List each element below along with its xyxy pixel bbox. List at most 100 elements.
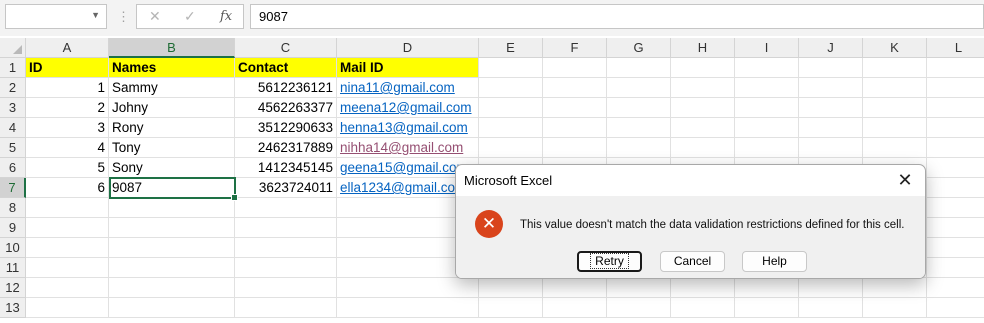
- cell-c3[interactable]: 4562263377: [235, 98, 337, 118]
- cell-i3[interactable]: [735, 98, 799, 118]
- column-header-e[interactable]: E: [479, 38, 543, 58]
- cell-h13[interactable]: [671, 298, 735, 318]
- column-header-j[interactable]: J: [799, 38, 863, 58]
- cell-g5[interactable]: [607, 138, 671, 158]
- row-header-1[interactable]: 1: [0, 58, 26, 78]
- cell-d13[interactable]: [337, 298, 479, 318]
- cell-b8[interactable]: [109, 198, 235, 218]
- cancel-entry-icon[interactable]: ✕: [149, 8, 161, 25]
- cell-i12[interactable]: [735, 278, 799, 298]
- cell-k12[interactable]: [863, 278, 927, 298]
- cell-b11[interactable]: [109, 258, 235, 278]
- insert-function-icon[interactable]: fx: [220, 9, 232, 24]
- cell-k2[interactable]: [863, 78, 927, 98]
- column-header-k[interactable]: K: [863, 38, 927, 58]
- cell-c2[interactable]: 5612236121: [235, 78, 337, 98]
- formula-input[interactable]: 9087: [250, 4, 984, 29]
- header-cell-c1[interactable]: Contact: [235, 58, 337, 78]
- cell-g4[interactable]: [607, 118, 671, 138]
- cell-j12[interactable]: [799, 278, 863, 298]
- row-header-7[interactable]: 7: [0, 178, 26, 198]
- cell-e3[interactable]: [479, 98, 543, 118]
- cell-c12[interactable]: [235, 278, 337, 298]
- cell-i2[interactable]: [735, 78, 799, 98]
- cell-c11[interactable]: [235, 258, 337, 278]
- cell-j13[interactable]: [799, 298, 863, 318]
- cell-b12[interactable]: [109, 278, 235, 298]
- cell-h3[interactable]: [671, 98, 735, 118]
- cell-c5[interactable]: 2462317889: [235, 138, 337, 158]
- cell-l13[interactable]: [927, 298, 984, 318]
- header-cell-a1[interactable]: ID: [26, 58, 109, 78]
- cell-e4[interactable]: [479, 118, 543, 138]
- column-header-a[interactable]: A: [26, 38, 109, 58]
- cell-c9[interactable]: [235, 218, 337, 238]
- cell-l12[interactable]: [927, 278, 984, 298]
- cell-d12[interactable]: [337, 278, 479, 298]
- cell-a2[interactable]: 1: [26, 78, 109, 98]
- cell-h5[interactable]: [671, 138, 735, 158]
- column-header-i[interactable]: I: [735, 38, 799, 58]
- column-header-d[interactable]: D: [337, 38, 479, 58]
- row-header-11[interactable]: 11: [0, 258, 26, 278]
- name-box[interactable]: ▼: [5, 4, 107, 29]
- cell-c6[interactable]: 1412345145: [235, 158, 337, 178]
- cell-b13[interactable]: [109, 298, 235, 318]
- cell-c4[interactable]: 3512290633: [235, 118, 337, 138]
- cell-g1[interactable]: [607, 58, 671, 78]
- cell-a3[interactable]: 2: [26, 98, 109, 118]
- cell-b5[interactable]: Tony: [109, 138, 235, 158]
- cell-k5[interactable]: [863, 138, 927, 158]
- cell-l1[interactable]: [927, 58, 984, 78]
- row-header-9[interactable]: 9: [0, 218, 26, 238]
- cell-g12[interactable]: [607, 278, 671, 298]
- cell-g13[interactable]: [607, 298, 671, 318]
- cell-l3[interactable]: [927, 98, 984, 118]
- cell-a13[interactable]: [26, 298, 109, 318]
- cell-b4[interactable]: Rony: [109, 118, 235, 138]
- cell-h2[interactable]: [671, 78, 735, 98]
- enter-entry-icon[interactable]: ✓: [184, 8, 196, 25]
- cell-l4[interactable]: [927, 118, 984, 138]
- cell-k13[interactable]: [863, 298, 927, 318]
- cell-b2[interactable]: Sammy: [109, 78, 235, 98]
- cell-k1[interactable]: [863, 58, 927, 78]
- cell-d4[interactable]: henna13@gmail.com: [337, 118, 479, 138]
- column-header-g[interactable]: G: [607, 38, 671, 58]
- cell-l7[interactable]: [927, 178, 984, 198]
- cell-f1[interactable]: [543, 58, 607, 78]
- cell-a5[interactable]: 4: [26, 138, 109, 158]
- cell-a8[interactable]: [26, 198, 109, 218]
- row-header-8[interactable]: 8: [0, 198, 26, 218]
- cell-c8[interactable]: [235, 198, 337, 218]
- cell-e12[interactable]: [479, 278, 543, 298]
- cell-l10[interactable]: [927, 238, 984, 258]
- cell-a12[interactable]: [26, 278, 109, 298]
- cell-h1[interactable]: [671, 58, 735, 78]
- cell-l9[interactable]: [927, 218, 984, 238]
- cell-g2[interactable]: [607, 78, 671, 98]
- close-icon[interactable]: ✕: [893, 168, 917, 192]
- row-header-4[interactable]: 4: [0, 118, 26, 138]
- cell-j3[interactable]: [799, 98, 863, 118]
- cell-a4[interactable]: 3: [26, 118, 109, 138]
- column-header-f[interactable]: F: [543, 38, 607, 58]
- cell-k4[interactable]: [863, 118, 927, 138]
- formula-bar-grip-icon[interactable]: ⋮: [117, 9, 130, 25]
- cell-c7[interactable]: 3623724011: [235, 178, 337, 198]
- cancel-button[interactable]: Cancel: [660, 251, 725, 272]
- cell-d3[interactable]: meena12@gmail.com: [337, 98, 479, 118]
- select-all-corner[interactable]: [0, 38, 26, 58]
- cell-b10[interactable]: [109, 238, 235, 258]
- cell-j5[interactable]: [799, 138, 863, 158]
- cell-j1[interactable]: [799, 58, 863, 78]
- cell-l2[interactable]: [927, 78, 984, 98]
- cell-a6[interactable]: 5: [26, 158, 109, 178]
- cell-e2[interactable]: [479, 78, 543, 98]
- cell-l6[interactable]: [927, 158, 984, 178]
- row-header-2[interactable]: 2: [0, 78, 26, 98]
- cell-f2[interactable]: [543, 78, 607, 98]
- cell-e5[interactable]: [479, 138, 543, 158]
- cell-i1[interactable]: [735, 58, 799, 78]
- cell-h4[interactable]: [671, 118, 735, 138]
